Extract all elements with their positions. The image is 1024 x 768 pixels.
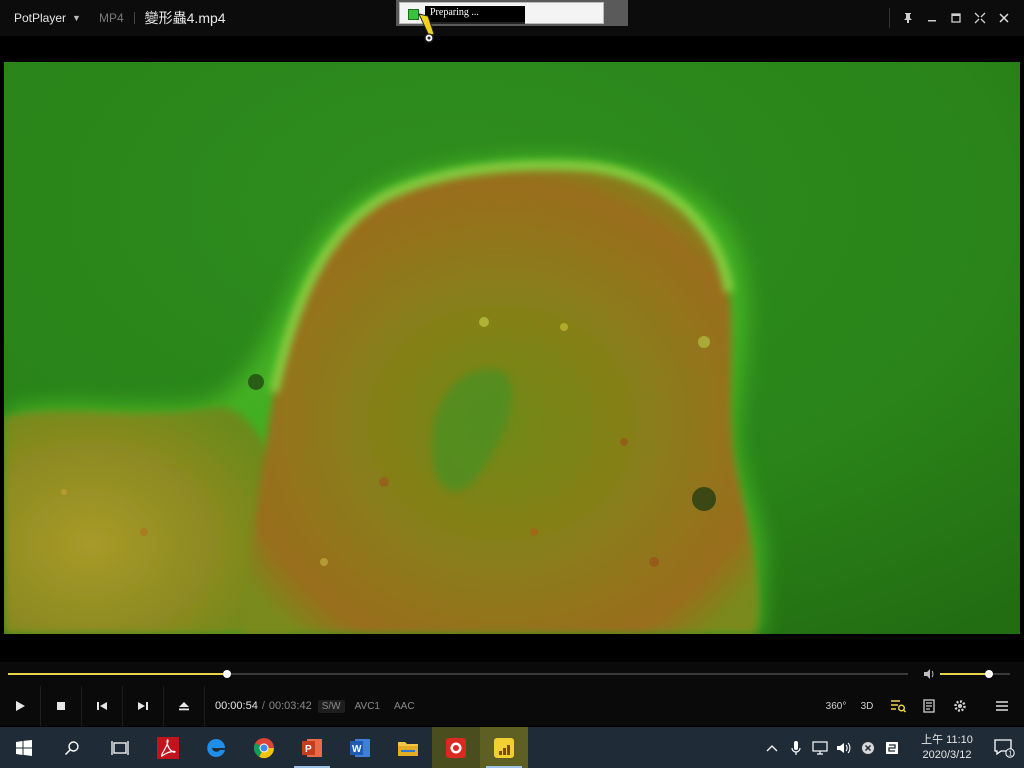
recorder-icon [446, 737, 466, 758]
skip-next-icon [138, 702, 148, 710]
clock-time: 上午 11:10 [921, 733, 973, 746]
eject-icon [179, 702, 189, 711]
next-button[interactable] [123, 686, 164, 726]
taskbar-chrome[interactable] [240, 727, 288, 768]
pin-icon[interactable] [896, 6, 920, 30]
seek-track[interactable] [8, 670, 908, 678]
audio-codec-badge[interactable]: AAC [390, 700, 419, 713]
potplayer-window: PotPlayer ▼ MP4 變形蟲4.mp4 Preparing ... 0… [0, 0, 1024, 768]
taskbar-word[interactable]: W [336, 727, 384, 768]
speaker-icon[interactable] [832, 727, 856, 768]
word-icon: W [350, 738, 370, 757]
pencil-cursor-icon [418, 13, 435, 43]
svg-text:P: P [305, 744, 312, 755]
previous-button[interactable] [82, 686, 123, 726]
settings-gear-icon[interactable] [948, 694, 972, 718]
amoeba-video-image [4, 62, 1020, 634]
play-icon [16, 701, 25, 711]
input-method-icon[interactable] [880, 727, 904, 768]
notification-icon: 1 [994, 738, 1015, 758]
preparing-progress [425, 22, 525, 24]
acrobat-icon [157, 736, 179, 759]
play-button[interactable] [0, 686, 41, 726]
microphone-icon[interactable] [784, 727, 808, 768]
windows-taskbar: P W 上午 11:10 2020/3/12 1 [0, 727, 1024, 768]
taskbar-acrobat[interactable] [144, 727, 192, 768]
window-controls-divider [889, 8, 890, 28]
decoder-badge[interactable]: S/W [317, 699, 345, 713]
tray-expand-icon[interactable] [760, 727, 784, 768]
control-bar: 00:00:54 / 00:03:42 S/W AVC1 AAC 360° 3D [0, 686, 1024, 726]
time-display: 00:00:54 / 00:03:42 S/W AVC1 AAC [215, 699, 419, 713]
windows-logo-icon [16, 739, 32, 756]
folder-icon [398, 741, 418, 756]
chevron-down-icon: ▼ [72, 13, 81, 23]
menu-icon[interactable] [990, 694, 1014, 718]
potplayer-icon [494, 737, 514, 758]
close-icon[interactable] [992, 6, 1016, 30]
taskbar-search-button[interactable] [48, 727, 96, 768]
title-divider [133, 12, 135, 24]
video-codec-badge[interactable]: AVC1 [351, 700, 384, 713]
task-view-button[interactable] [96, 727, 144, 768]
app-name: PotPlayer [14, 11, 67, 25]
status-error-icon[interactable] [856, 727, 880, 768]
taskbar-edge[interactable] [192, 727, 240, 768]
preparing-label: Preparing ... [425, 6, 525, 22]
seek-thumb[interactable] [222, 670, 231, 678]
taskbar-clock[interactable]: 上午 11:10 2020/3/12 [910, 733, 984, 763]
3d-icon[interactable]: 3D [855, 694, 879, 718]
file-title: 變形蟲4.mp4 [144, 10, 226, 26]
notification-center-button[interactable]: 1 [984, 727, 1024, 768]
volume-thumb[interactable] [985, 670, 993, 678]
current-time: 00:00:54 [215, 700, 258, 712]
format-tag: MP4 [98, 11, 124, 25]
seek-fill [8, 673, 227, 675]
task-view-icon [111, 740, 129, 755]
window-controls [889, 0, 1016, 36]
system-tray: 上午 11:10 2020/3/12 1 [760, 727, 1024, 768]
chapter-icon[interactable] [917, 694, 941, 718]
time-separator: / [261, 700, 265, 712]
fullscreen-icon[interactable] [968, 6, 992, 30]
windows-start-button[interactable] [0, 727, 48, 768]
app-menu-button[interactable]: PotPlayer ▼ [0, 0, 81, 36]
volume-icon[interactable] [922, 667, 936, 681]
stop-button[interactable] [41, 686, 82, 726]
stop-icon [57, 702, 65, 710]
eject-button[interactable] [164, 686, 205, 726]
svg-text:W: W [352, 744, 362, 755]
control-bar-right: 360° 3D [817, 686, 1024, 726]
taskbar-powerpoint[interactable]: P [288, 727, 336, 768]
volume-fill [940, 673, 989, 675]
powerpoint-icon: P [302, 738, 322, 757]
total-time: 00:03:42 [268, 700, 312, 712]
minimize-icon[interactable] [920, 6, 944, 30]
playlist-search-icon[interactable] [886, 694, 910, 718]
taskbar-file-explorer[interactable] [384, 727, 432, 768]
notification-count: 1 [1008, 750, 1012, 757]
360-icon[interactable]: 360° [824, 694, 848, 718]
skip-previous-icon [97, 702, 107, 710]
search-icon [64, 740, 79, 755]
taskbar-potplayer[interactable] [480, 727, 528, 768]
chrome-icon [253, 737, 275, 758]
video-frame[interactable] [4, 62, 1020, 634]
maximize-icon[interactable] [944, 6, 968, 30]
taskbar-recorder[interactable] [432, 727, 480, 768]
volume-slider[interactable] [940, 670, 1010, 678]
edge-icon [207, 738, 225, 757]
seek-bar[interactable] [0, 662, 1024, 686]
network-icon[interactable] [808, 727, 832, 768]
clock-date: 2020/3/12 [922, 748, 972, 761]
